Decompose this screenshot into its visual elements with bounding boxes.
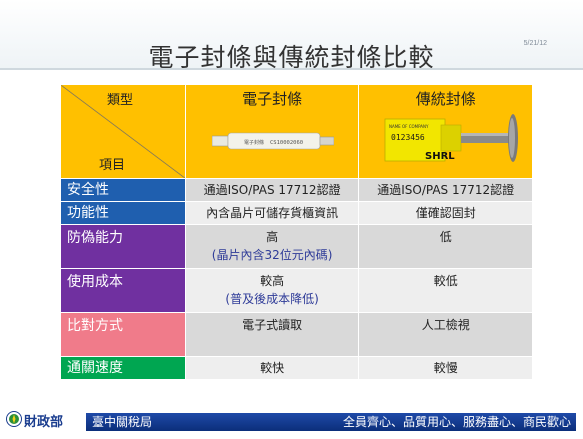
- traditional-cell: 低: [358, 224, 533, 269]
- ministry-logo-icon: [6, 411, 22, 427]
- header-type-label: 類型: [107, 93, 134, 108]
- traditional-seal-image: NAME OF COMPANY 0123456 SHRL: [385, 114, 519, 162]
- footer-slogan: 全員齊心、品質用心、服務盡心、商民歡心: [342, 415, 571, 429]
- header-traditional-cell: 傳統封條 NAME OF COMPANY 0123456 SHRL: [358, 84, 533, 179]
- table-header-row: 類型 項目 電子封條 電子封條 CS10002060 傳統封條 NAME OF …: [60, 84, 533, 179]
- footer-org-name: 財政部: [24, 415, 64, 430]
- comparison-table: 類型 項目 電子封條 電子封條 CS10002060 傳統封條 NAME OF …: [60, 84, 533, 380]
- traditional-cell: 較低: [358, 268, 533, 313]
- electronic-cell: 電子式讀取: [184, 312, 360, 357]
- table-row: 比對方式 電子式讀取 人工檢視: [60, 312, 533, 357]
- row-label: 安全性: [60, 178, 186, 202]
- traditional-cell: 人工檢視: [358, 312, 533, 357]
- row-label: 比對方式: [60, 312, 186, 357]
- header-corner-cell: 類型 項目: [60, 84, 186, 179]
- electronic-note: (晶片內含32位元內碼): [211, 248, 333, 262]
- electronic-cell: 高 (晶片內含32位元內碼): [184, 224, 360, 269]
- electronic-note: (普及後成本降低): [225, 292, 319, 306]
- electronic-seal-image: 電子封條 CS10002060: [211, 132, 334, 150]
- table-row: 使用成本 較高 (普及後成本降低) 較低: [60, 268, 533, 313]
- footer-bureau-name: 臺中關稅局: [92, 415, 153, 429]
- row-label: 通關速度: [60, 356, 186, 380]
- slide: 電子封條與傳統封條比較 5/21/12 類型 項目 電子封條 電子封條 CS10…: [0, 0, 583, 439]
- row-label: 防偽能力: [60, 224, 186, 269]
- traditional-seal-brand: SHRL: [425, 151, 455, 162]
- electronic-cell: 通過ISO/PAS 17712認證: [184, 178, 360, 202]
- electronic-cell: 內含晶片可儲存貨櫃資訊: [184, 201, 360, 225]
- electronic-cell: 較快: [184, 356, 360, 380]
- slide-date: 5/21/12: [523, 40, 547, 47]
- electronic-value: 較高: [260, 274, 285, 288]
- table-row: 通關速度 較快 較慢: [60, 356, 533, 380]
- electronic-cell: 較高 (普及後成本降低): [184, 268, 360, 313]
- header-item-label: 項目: [99, 158, 126, 173]
- header-electronic-title: 電子封條: [242, 90, 303, 108]
- row-label: 使用成本: [60, 268, 186, 313]
- header-traditional-title: 傳統封條: [415, 90, 476, 108]
- traditional-seal-code: 0123456: [391, 133, 425, 142]
- traditional-cell: 僅確認固封: [358, 201, 533, 225]
- traditional-cell: 較慢: [358, 356, 533, 380]
- svg-text:NAME OF COMPANY: NAME OF COMPANY: [389, 124, 429, 129]
- title-divider: [0, 68, 583, 70]
- traditional-cell: 通過ISO/PAS 17712認證: [358, 178, 533, 202]
- table-row: 功能性 內含晶片可儲存貨櫃資訊 僅確認固封: [60, 201, 533, 225]
- table-row: 安全性 通過ISO/PAS 17712認證 通過ISO/PAS 17712認證: [60, 178, 533, 202]
- electronic-seal-print: CS10002060: [270, 140, 303, 146]
- svg-text:電子封條: 電子封條: [244, 139, 264, 146]
- table-row: 防偽能力 高 (晶片內含32位元內碼) 低: [60, 224, 533, 269]
- row-label: 功能性: [60, 201, 186, 225]
- electronic-value: 高: [266, 230, 279, 244]
- header-electronic-cell: 電子封條 電子封條 CS10002060: [184, 84, 360, 179]
